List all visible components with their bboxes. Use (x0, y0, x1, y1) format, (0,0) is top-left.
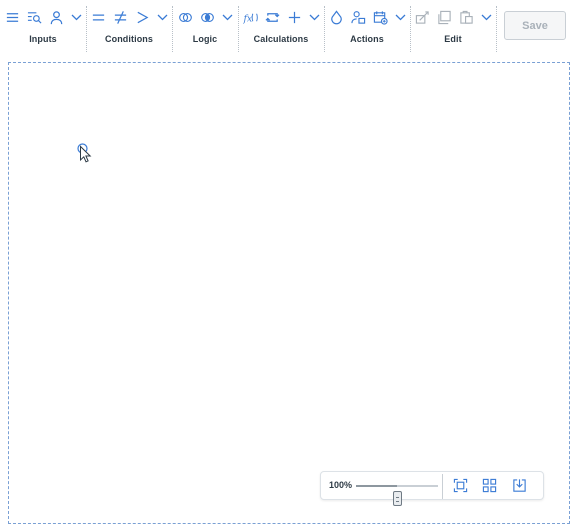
fit-to-screen-icon[interactable] (453, 478, 468, 493)
svg-text:fx: fx (243, 13, 253, 24)
loop-icon[interactable] (264, 9, 281, 26)
drop-icon[interactable] (328, 9, 345, 26)
calendar-action-icon[interactable] (372, 9, 389, 26)
copy-icon[interactable] (436, 9, 453, 26)
group-label-logic: Logic (192, 34, 218, 44)
zoom-slider[interactable] (356, 485, 438, 506)
cut-icon[interactable] (414, 9, 431, 26)
zoom-toolbar: 100% (320, 471, 544, 506)
chevron-down-icon[interactable] (221, 9, 233, 26)
plus-icon[interactable] (286, 9, 303, 26)
chevron-down-icon[interactable] (308, 9, 320, 26)
zoom-slider-fill (356, 485, 397, 487)
chevron-down-icon[interactable] (70, 9, 82, 26)
group-calculations: fx Calculations (238, 0, 324, 56)
group-edit: Edit (410, 0, 496, 56)
user-icon[interactable] (48, 9, 65, 26)
group-logic: Logic (172, 0, 238, 56)
group-label-actions: Actions (350, 34, 384, 44)
list-icon[interactable] (4, 9, 21, 26)
download-icon[interactable] (512, 478, 527, 493)
group-divider (496, 6, 497, 52)
grid-icon[interactable] (482, 478, 497, 493)
intersection-icon[interactable] (199, 9, 216, 26)
group-label-conditions: Conditions (105, 34, 153, 44)
user-assign-icon[interactable] (350, 9, 367, 26)
rule-canvas[interactable] (8, 62, 570, 524)
zoom-divider (442, 474, 443, 499)
equals-icon[interactable] (90, 9, 107, 26)
greater-than-icon[interactable] (134, 9, 151, 26)
zoom-slider-thumb[interactable] (393, 491, 402, 506)
save-button[interactable]: Save (504, 11, 566, 40)
group-label-inputs: Inputs (29, 34, 57, 44)
chevron-down-icon[interactable] (394, 9, 406, 26)
union-icon[interactable] (177, 9, 194, 26)
filter-search-icon[interactable] (26, 9, 43, 26)
group-inputs: Inputs (0, 0, 86, 56)
group-label-edit: Edit (444, 34, 462, 44)
toolbar-ribbon: Inputs Conditions Logic fx Calculations … (0, 0, 573, 56)
mouse-cursor-icon (76, 143, 92, 163)
group-actions: Actions (324, 0, 410, 56)
function-icon[interactable]: fx (242, 9, 259, 26)
chevron-down-icon[interactable] (156, 9, 168, 26)
paste-icon[interactable] (458, 9, 475, 26)
group-label-calculations: Calculations (253, 34, 309, 44)
zoom-level-label: 100% (329, 480, 353, 490)
not-equals-icon[interactable] (112, 9, 129, 26)
group-conditions: Conditions (86, 0, 172, 56)
chevron-down-icon[interactable] (480, 9, 492, 26)
